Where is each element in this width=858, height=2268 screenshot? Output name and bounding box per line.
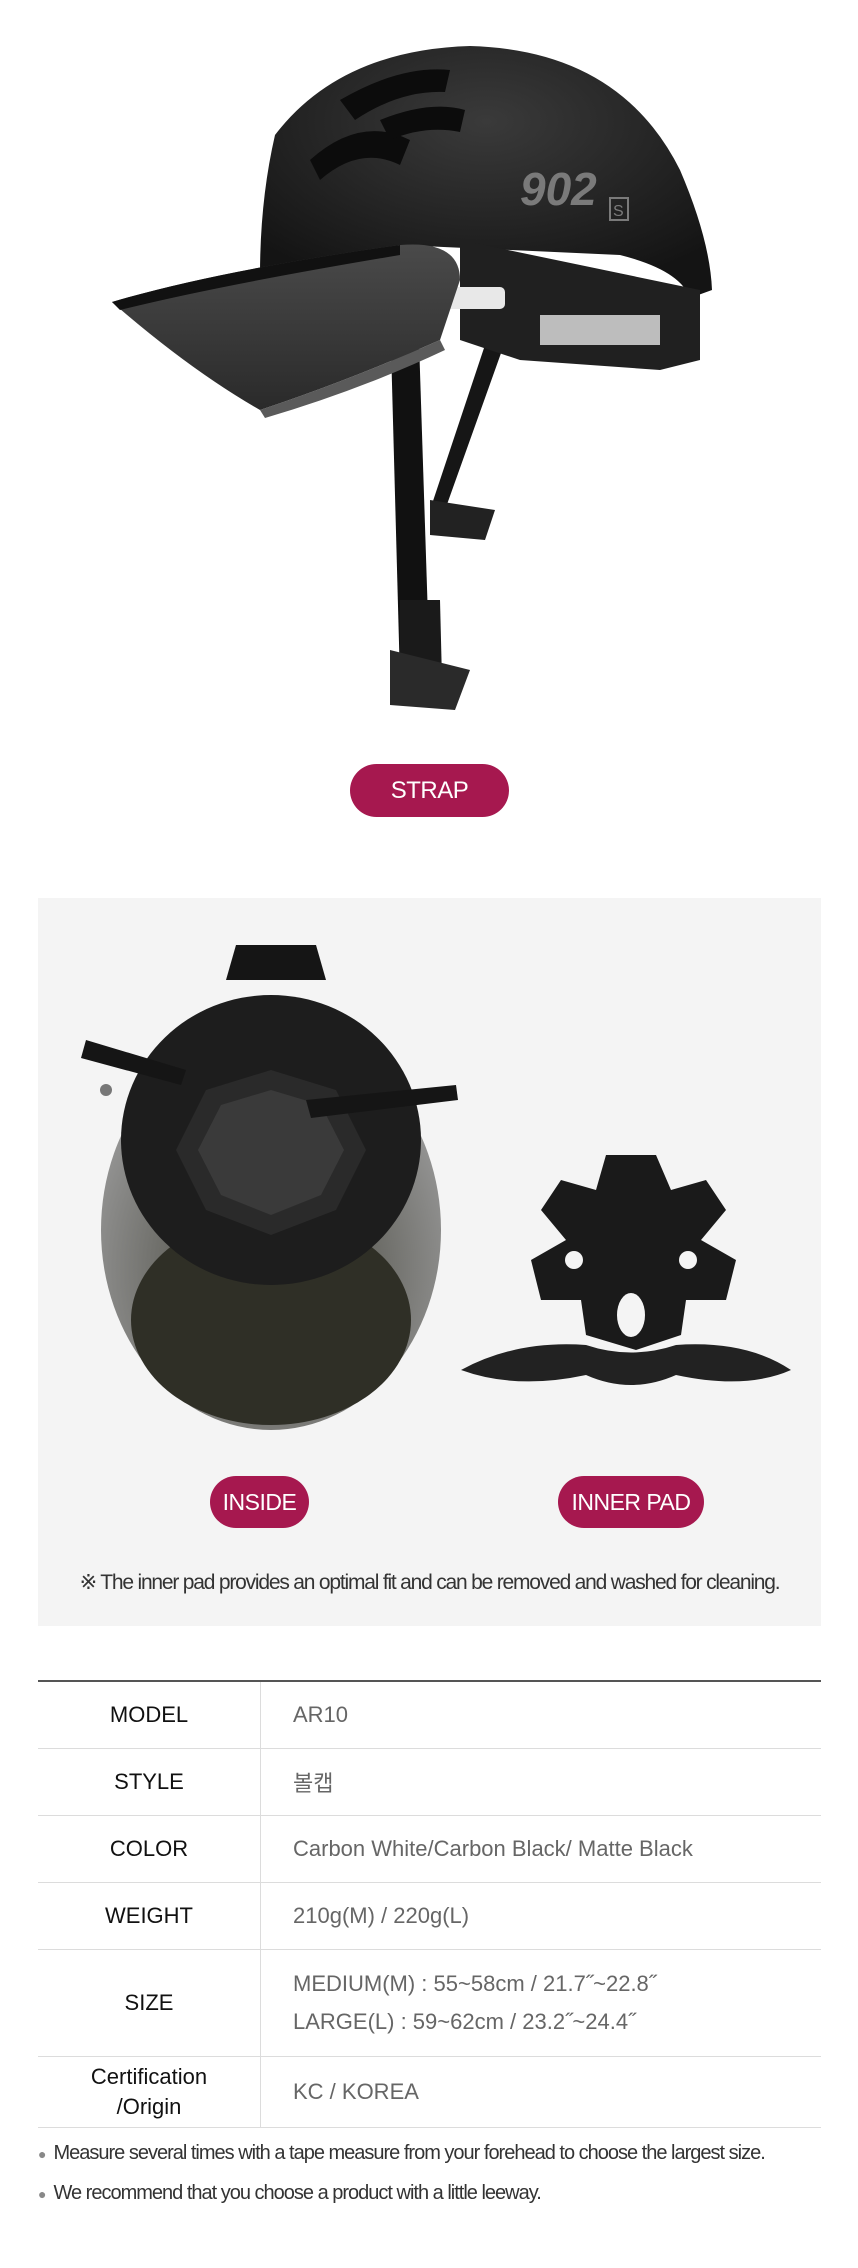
spec-value: 볼캡 [260, 1748, 821, 1816]
spec-row-weight: WEIGHT 210g(M) / 220g(L) [38, 1882, 821, 1950]
spec-value: MEDIUM(M) : 55~58cm / 21.7˝~22.8˝ LARGE(… [260, 1949, 821, 2057]
spec-label: STYLE [38, 1748, 261, 1816]
cert-label-line2: /Origin [116, 2094, 182, 2119]
size-note: ● Measure several times with a tape measu… [38, 2142, 766, 2165]
spec-value: AR10 [260, 1680, 821, 1749]
size-medium-value: MEDIUM(M) : 55~58cm / 21.7˝~22.8˝ [293, 1971, 657, 1996]
size-large-value: LARGE(L) : 59~62cm / 23.2˝~24.4˝ [293, 2009, 636, 2034]
spec-row-model: MODEL AR10 [38, 1680, 821, 1749]
spec-label: COLOR [38, 1815, 261, 1883]
cert-label-line1: Certification [90, 2064, 208, 2089]
inside-label-badge: INSIDE [210, 1476, 309, 1528]
size-note-text: Measure several times with a tape measur… [53, 2142, 765, 2164]
inner-pad-label-badge: INNER PAD [558, 1476, 704, 1528]
size-note: ● We recommend that you choose a product … [38, 2182, 542, 2205]
spec-label: MODEL [38, 1680, 261, 1749]
helmet-inside-photo [81, 945, 458, 1430]
helmet-logo-text: 902 [520, 163, 597, 215]
inner-pad-note: ※ The inner pad provides an optimal fit … [79, 1571, 781, 1594]
helmet-size-mark: S [613, 203, 624, 220]
spec-row-color: COLOR Carbon White/Carbon Black/ Matte B… [38, 1815, 821, 1883]
helmet-side-photo: 902 S [112, 46, 712, 710]
spec-value: 210g(M) / 220g(L) [260, 1882, 821, 1950]
bullet-icon: ● [38, 2145, 47, 2162]
strap-label-badge: STRAP [350, 764, 509, 817]
bullet-icon: ● [38, 2185, 47, 2202]
inner-pad-photo [461, 1155, 791, 1385]
spec-row-certification: Certification /Origin KC / KOREA [38, 2056, 821, 2128]
spec-label: SIZE [38, 1949, 261, 2057]
spec-value: KC / KOREA [260, 2056, 821, 2128]
spec-row-size: SIZE MEDIUM(M) : 55~58cm / 21.7˝~22.8˝ L… [38, 1949, 821, 2057]
spec-label: Certification /Origin [38, 2056, 261, 2128]
spec-table: MODEL AR10 STYLE 볼캡 COLOR Carbon White/C… [38, 1680, 821, 2128]
spec-value: Carbon White/Carbon Black/ Matte Black [260, 1815, 821, 1883]
spec-label: WEIGHT [38, 1882, 261, 1950]
spec-row-style: STYLE 볼캡 [38, 1748, 821, 1816]
size-note-text: We recommend that you choose a product w… [53, 2182, 541, 2204]
